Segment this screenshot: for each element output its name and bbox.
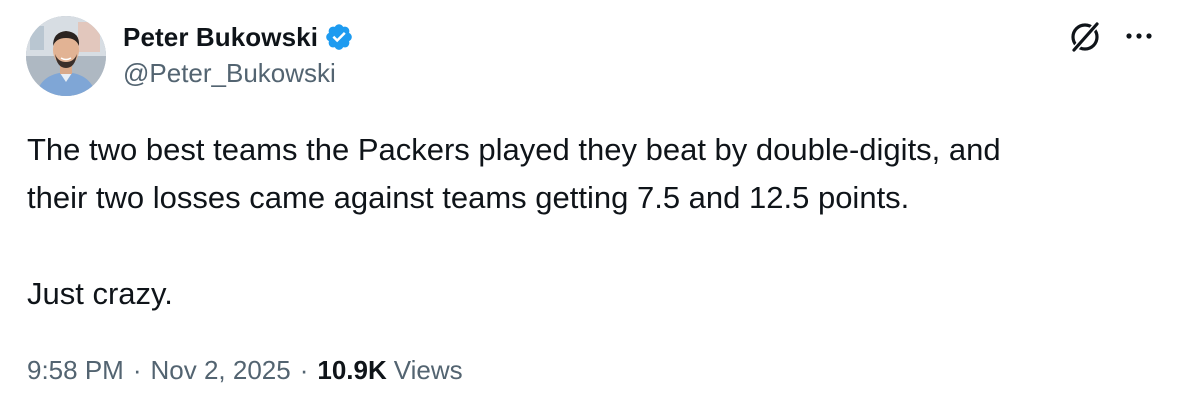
more-options-icon[interactable] (1122, 22, 1156, 50)
tweet-time-link[interactable]: 9:58 PM (27, 355, 124, 386)
avatar-image (26, 16, 106, 96)
avatar[interactable] (26, 16, 106, 96)
grok-icon[interactable] (1066, 18, 1104, 56)
tweet-text-line: The two best teams the Packers played th… (27, 132, 1001, 167)
tweet-text: The two best teams the Packers played th… (27, 126, 1157, 318)
views-count: 10.9K (317, 354, 387, 385)
author-name-row: Peter Bukowski (123, 20, 354, 54)
tweet-text-line: Just crazy. (27, 276, 173, 311)
meta-separator: · (299, 354, 309, 385)
tweet-meta: 9:58 PM · Nov 2, 2025 · 10.9K Views (27, 350, 463, 390)
views-label: Views (393, 354, 463, 385)
tweet-card: Peter Bukowski @Peter_Bukowski The two b… (0, 0, 1186, 420)
tweet-text-line: their two losses came against teams gett… (27, 180, 910, 215)
meta-separator: · (132, 354, 142, 385)
verified-badge-icon[interactable] (324, 22, 354, 52)
tweet-date-link[interactable]: Nov 2, 2025 (151, 355, 291, 386)
author-handle[interactable]: @Peter_Bukowski (123, 58, 336, 89)
author-display-name[interactable]: Peter Bukowski (123, 22, 318, 53)
